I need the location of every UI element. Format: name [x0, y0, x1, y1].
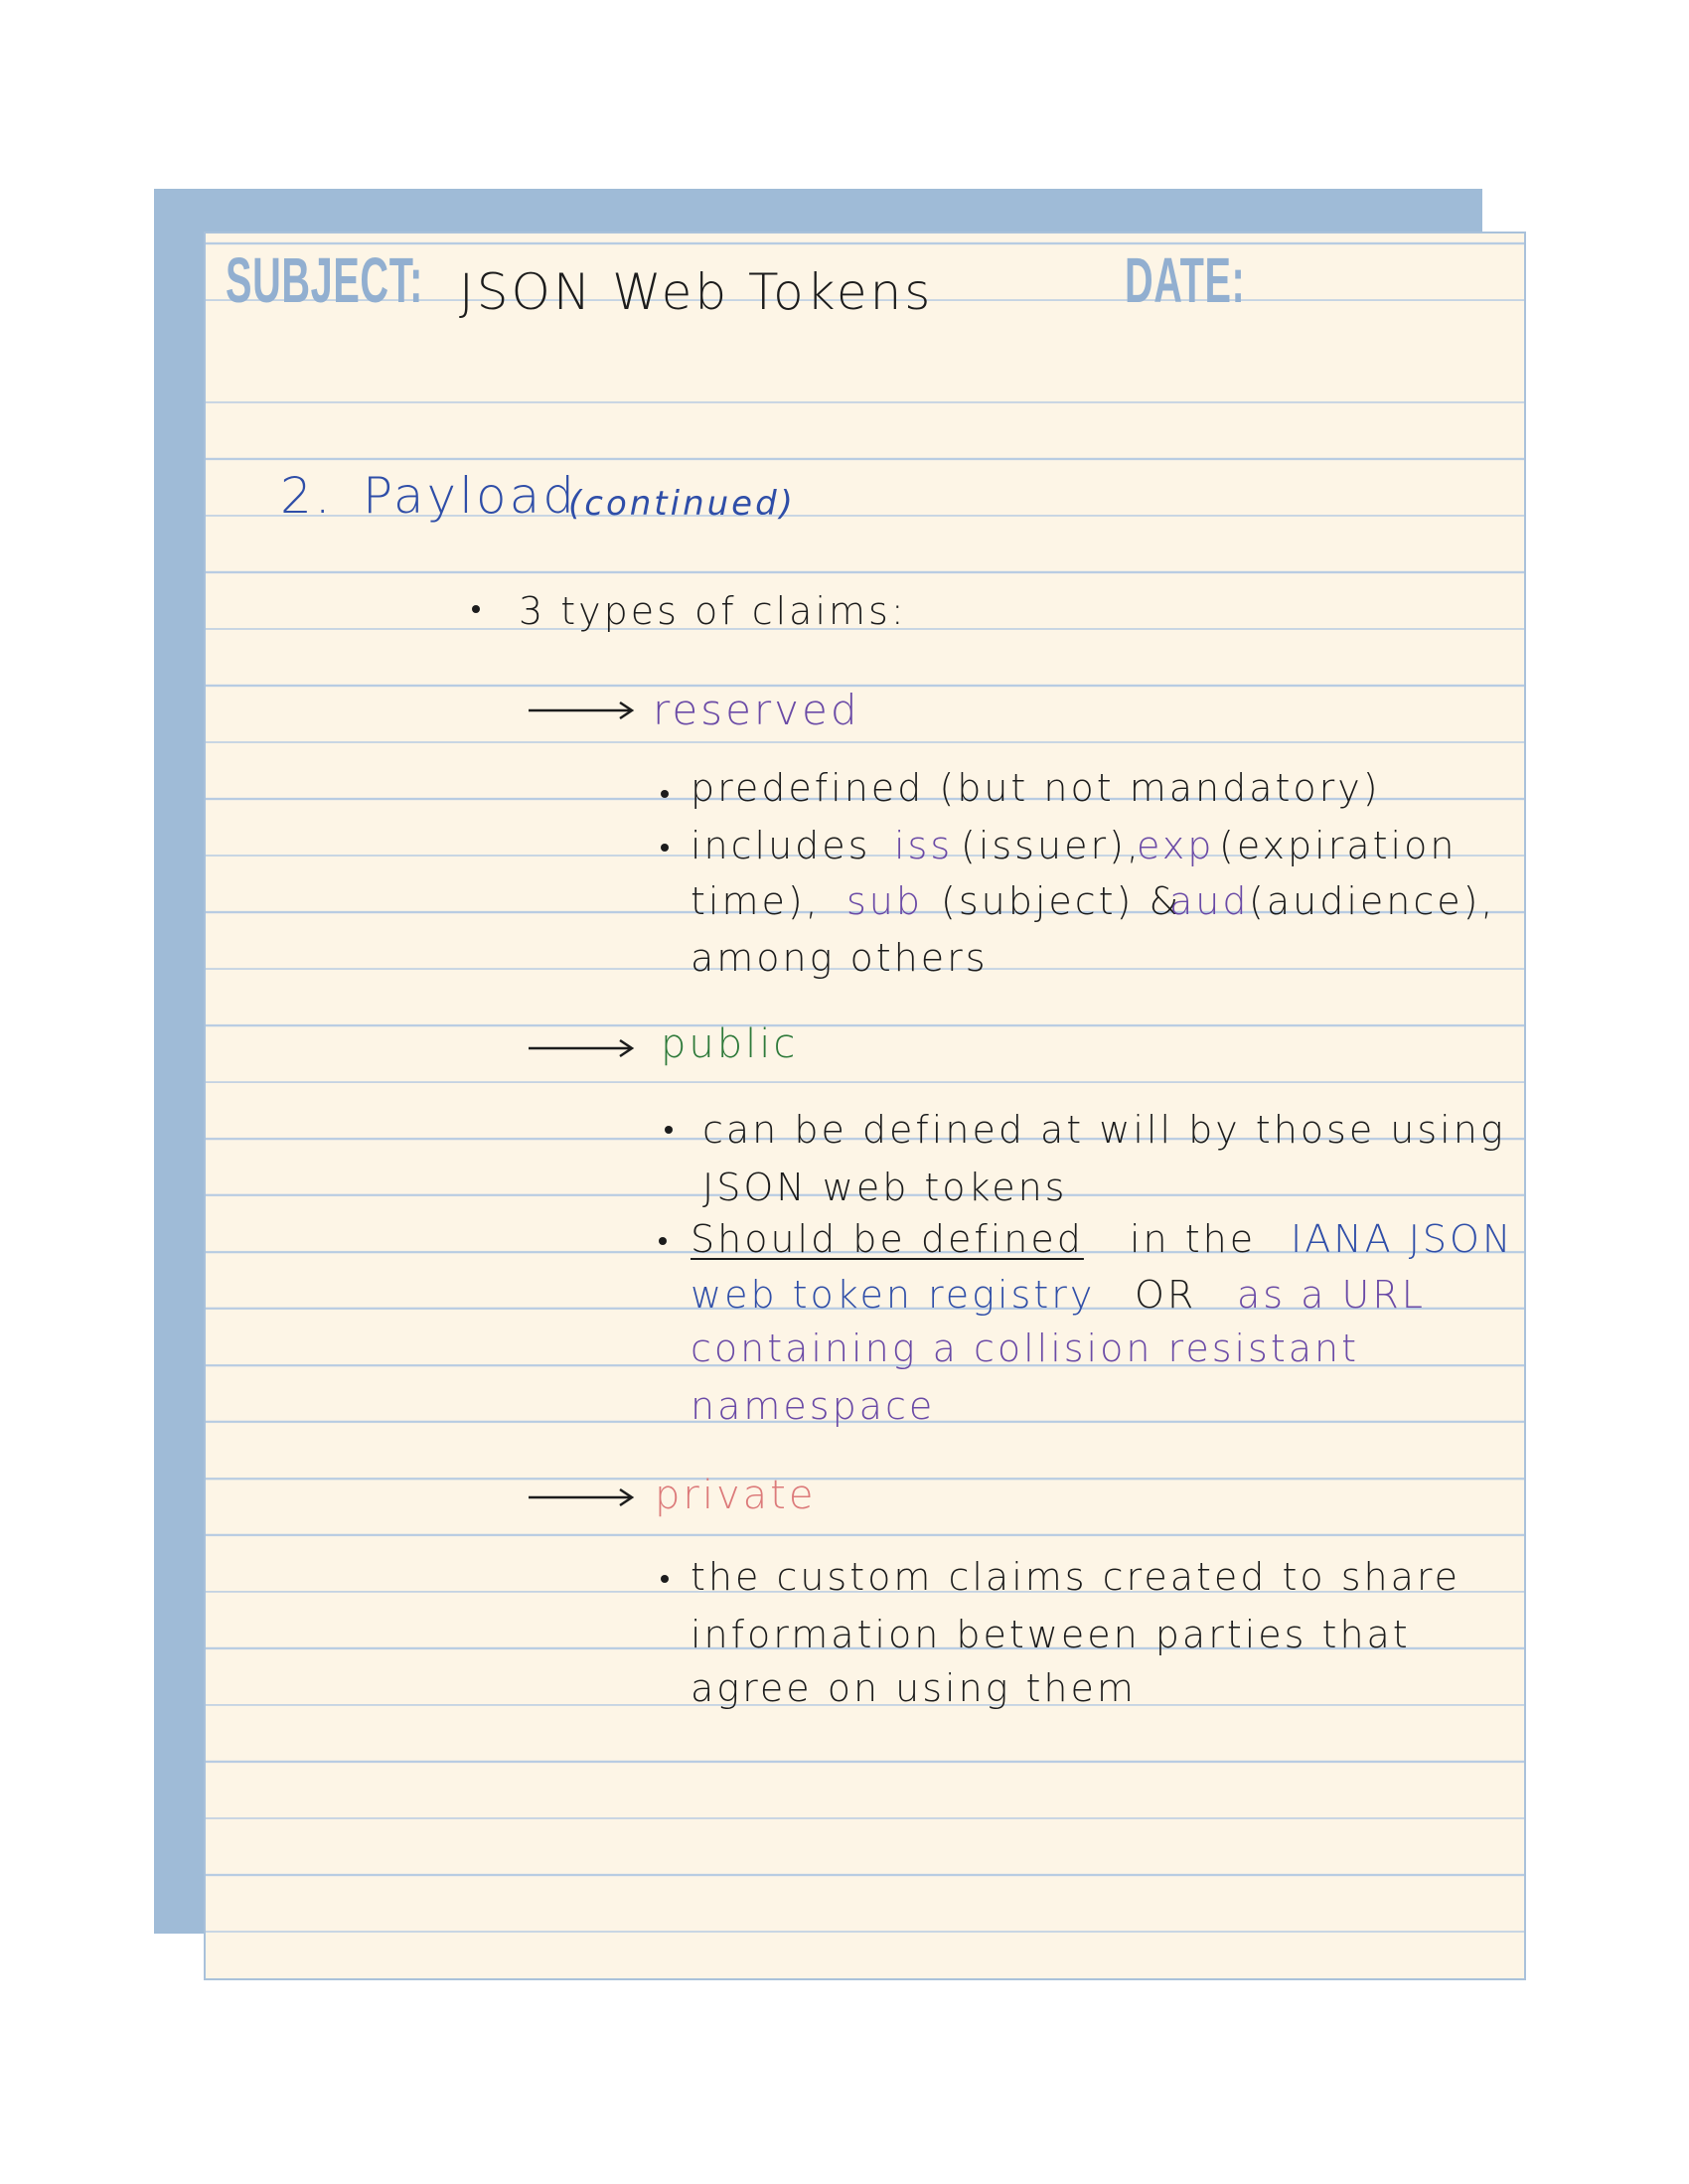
public-bullet-1-line1: can be defined at will by those using: [702, 1108, 1506, 1152]
reserved-bullet-2-line2-a: time),: [691, 879, 821, 923]
public-bullet-2-line2-c: as a URL: [1237, 1273, 1426, 1317]
public-bullet-2-line1-c: IANA JSON: [1291, 1217, 1514, 1261]
public-bullet-2-line1-a: Should be defined: [691, 1217, 1084, 1261]
reserved-bullet-1: predefined (but not mandatory): [691, 766, 1381, 810]
reserved-bullet-2-line1-e: (expiration: [1219, 824, 1458, 867]
private-heading: private: [655, 1473, 817, 1518]
reserved-exp: exp: [1137, 824, 1215, 867]
public-bullet-2-line4: namespace: [691, 1384, 936, 1428]
intro-bullet: [472, 605, 480, 613]
private-bullet-1-line3: agree on using them: [691, 1666, 1137, 1710]
intro-text: 3 types of claims:: [519, 589, 907, 633]
arrow-right-icon: [529, 1038, 635, 1058]
public-bullet-1-line2: JSON web tokens: [702, 1166, 1068, 1209]
bullet-dot: [661, 844, 669, 852]
subject-label: SUBJECT:: [226, 244, 423, 316]
reserved-sub: sub: [846, 879, 924, 923]
reserved-bullet-2-line1-c: (issuer),: [961, 824, 1142, 867]
reserved-bullet-2-line2-c: (subject) &: [941, 879, 1182, 923]
subject-value: JSON Web Tokens: [459, 263, 934, 321]
public-bullet-2-line1-b: in the: [1130, 1217, 1257, 1261]
bullet-dot: [659, 1237, 667, 1245]
public-bullet-2-line3: containing a collision resistant: [691, 1326, 1360, 1370]
public-heading: public: [661, 1021, 799, 1067]
public-bullet-2-line2-b: OR: [1135, 1273, 1197, 1317]
private-bullet-1-line1: the custom claims created to share: [691, 1555, 1461, 1599]
bullet-dot: [661, 1575, 669, 1583]
reserved-heading: reserved: [653, 686, 860, 734]
section-title: Payload: [363, 467, 577, 525]
reserved-bullet-2-line1-a: includes: [691, 824, 871, 867]
reserved-iss: iss: [894, 824, 954, 867]
section-note: (continued): [568, 484, 796, 524]
bullet-dot: [661, 790, 669, 798]
date-label: DATE:: [1125, 244, 1246, 316]
lined-paper: SUBJECT: JSON Web Tokens DATE: 2. Payloa…: [204, 232, 1526, 1980]
reserved-bullet-2-line2-e: (audience),: [1249, 879, 1496, 923]
private-bullet-1-line2: information between parties that: [691, 1613, 1411, 1656]
public-bullet-2-line2-a: web token registry: [691, 1273, 1096, 1317]
bullet-dot: [665, 1126, 673, 1134]
reserved-aud: aud: [1169, 879, 1250, 923]
arrow-right-icon: [529, 701, 635, 720]
arrow-right-icon: [529, 1487, 635, 1507]
reserved-bullet-2-line3: among others: [691, 936, 989, 980]
section-number: 2.: [280, 467, 334, 525]
